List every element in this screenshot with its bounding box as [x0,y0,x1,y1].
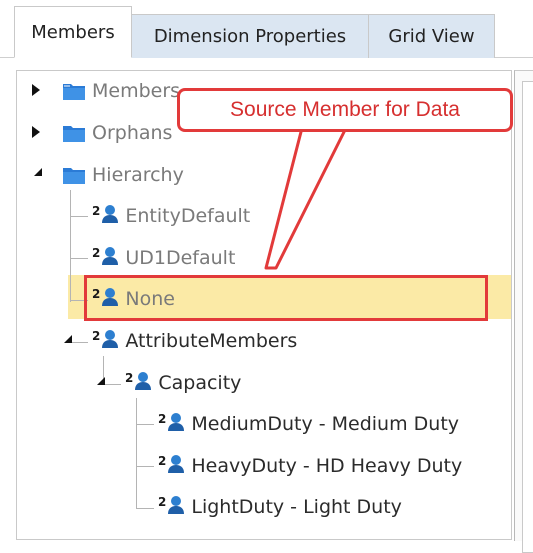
annotation-callout-text: Source Member for Data [230,98,460,121]
annotation-callout: Source Member for Data [177,88,513,132]
callout-pointer-arrow [264,126,348,270]
